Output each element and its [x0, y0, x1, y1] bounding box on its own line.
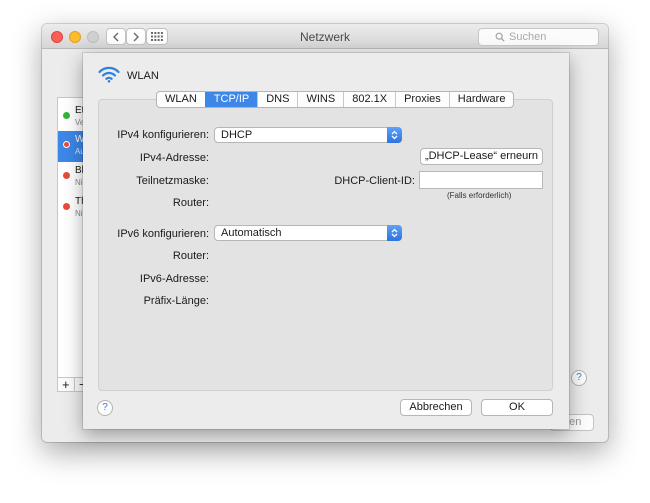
ipv6-configure-popup[interactable]: Automatisch: [214, 225, 402, 241]
cancel-button[interactable]: Abbrechen: [400, 399, 472, 416]
tab-802-1x[interactable]: 802.1X: [343, 92, 395, 107]
tab-tcp-ip[interactable]: TCP/IP: [204, 92, 258, 107]
ipv6-router-label: Router:: [172, 250, 209, 262]
prefix-length-label: Präfix-Länge:: [143, 295, 209, 307]
search-placeholder: Suchen: [509, 31, 547, 43]
client-id-hint: (Falls erforderlich): [447, 191, 512, 200]
interface-name: WLAN: [127, 70, 159, 82]
tab-wlan[interactable]: WLAN: [157, 92, 205, 107]
search-field[interactable]: Suchen: [478, 28, 599, 46]
service-status: Ni: [75, 178, 83, 187]
popup-arrows-icon: [387, 127, 402, 143]
advanced-settings-sheet: WLAN WLAN TCP/IP DNS WINS 802.1X Proxies…: [83, 53, 569, 429]
tab-wins[interactable]: WINS: [297, 92, 343, 107]
dhcp-client-id-field[interactable]: [419, 171, 543, 189]
popup-arrows-icon: [387, 225, 402, 241]
tab-hardware[interactable]: Hardware: [448, 92, 514, 107]
wifi-icon: [98, 66, 120, 83]
back-help-button[interactable]: ?: [571, 370, 587, 386]
ipv6-configure-label: IPv6 konfigurieren:: [117, 228, 209, 240]
ipv4-router-label: Router:: [172, 197, 209, 209]
ipv4-address-label: IPv4-Adresse:: [139, 152, 209, 164]
title-bar: Netzwerk Suchen: [42, 24, 608, 49]
ipv6-address-label: IPv6-Adresse:: [139, 273, 209, 285]
ipv4-configure-popup[interactable]: DHCP: [214, 127, 402, 143]
status-dot-green: [63, 112, 70, 119]
dhcp-client-id-label: DHCP-Client-ID:: [334, 175, 415, 187]
status-dot-red: [63, 172, 70, 179]
ipv6-configure-value: Automatisch: [221, 227, 282, 239]
subnet-mask-label: Teilnetzmaske:: [136, 175, 209, 187]
status-dot-red: [63, 203, 70, 210]
ok-button[interactable]: OK: [481, 399, 553, 416]
divider: [74, 378, 75, 391]
tab-proxies[interactable]: Proxies: [395, 92, 449, 107]
service-status: Ni: [75, 209, 83, 218]
add-service-button[interactable]: +: [62, 377, 70, 392]
tab-dns[interactable]: DNS: [257, 92, 297, 107]
ipv4-configure-label: IPv4 konfigurieren:: [117, 129, 209, 141]
search-icon: [495, 32, 505, 42]
help-button[interactable]: ?: [97, 400, 113, 416]
tab-bar: WLAN TCP/IP DNS WINS 802.1X Proxies Hard…: [156, 91, 515, 108]
ipv4-configure-value: DHCP: [221, 129, 253, 141]
renew-dhcp-lease-button[interactable]: „DHCP-Lease“ erneurn: [420, 148, 543, 165]
status-dot-red: [63, 141, 70, 148]
